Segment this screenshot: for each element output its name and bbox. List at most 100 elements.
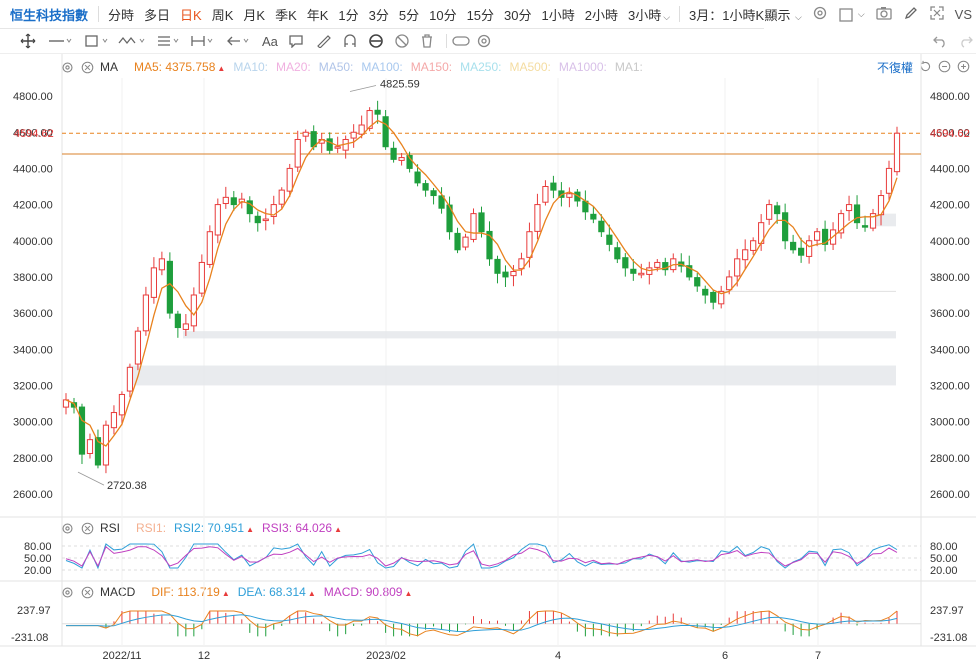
y-tick-label-left: 2800.00 xyxy=(13,453,53,465)
candle-body xyxy=(502,271,509,278)
candle-body xyxy=(686,265,693,278)
indicator-name[interactable]: MACD xyxy=(100,585,135,599)
reset-icon[interactable] xyxy=(919,60,932,76)
close-icon[interactable] xyxy=(80,585,94,599)
display-menu[interactable]: 顯示 ⌵ xyxy=(764,5,801,24)
ruler-tool-icon[interactable] xyxy=(316,32,332,50)
text-tool-icon[interactable]: Aa xyxy=(262,32,278,50)
candle-body xyxy=(574,191,581,202)
settings-icon[interactable] xyxy=(60,521,74,535)
timeframe-tab[interactable]: 5分 xyxy=(394,5,424,24)
fullscreen-icon[interactable] xyxy=(929,5,945,24)
timeframe-tab[interactable]: 10分 xyxy=(424,5,461,24)
dif-line xyxy=(66,610,898,637)
candle-body xyxy=(861,225,869,228)
shape-tool-icon[interactable] xyxy=(84,32,108,50)
y-tick-label-left: 3000.00 xyxy=(13,417,53,429)
candle-body xyxy=(494,258,501,274)
up-arrow-icon: ▲ xyxy=(221,589,230,598)
candle-body xyxy=(270,204,277,217)
candle-body xyxy=(893,132,901,173)
timeframe-tab[interactable]: 1小時 xyxy=(537,5,580,24)
indicator-name[interactable]: RSI xyxy=(100,521,120,535)
redo-icon[interactable] xyxy=(958,32,974,50)
fib-tool-icon[interactable] xyxy=(156,32,180,50)
undo-icon[interactable] xyxy=(932,32,948,50)
candle-body xyxy=(734,258,741,277)
candle-body xyxy=(446,204,453,233)
macd-tick-left: -231.08 xyxy=(11,632,48,644)
timeframe-tab[interactable]: 1分 xyxy=(333,5,363,24)
timeframe-tab[interactable]: 日K xyxy=(175,5,207,24)
rsi-tick-left: 80.00 xyxy=(24,541,52,553)
timeframe-tab[interactable]: 周K xyxy=(207,5,239,24)
adjust-select[interactable]: 不復權 xyxy=(877,59,913,76)
y-tick-label-left: 3200.00 xyxy=(13,380,53,392)
camera-icon[interactable] xyxy=(875,5,893,24)
candle-body xyxy=(110,412,118,429)
price-chart[interactable]: 4800.00 4800.00 4600.00 4600.00 4400.00 4400.… xyxy=(0,0,976,660)
layout-select[interactable]: ⌵ xyxy=(838,7,865,23)
candle-body xyxy=(414,171,421,184)
candle-body xyxy=(278,189,285,205)
timeframe-tab[interactable]: 30分 xyxy=(499,5,536,24)
crosshair-tool-icon[interactable] xyxy=(20,32,36,50)
timeframe-tab[interactable]: 3分 xyxy=(364,5,394,24)
wave-tool-icon[interactable] xyxy=(118,32,146,50)
close-icon[interactable] xyxy=(80,521,94,535)
expand-icon[interactable] xyxy=(957,60,970,76)
timeframe-tab[interactable]: 年K xyxy=(302,5,334,24)
timeframe-tab[interactable]: 2小時 xyxy=(580,5,623,24)
settings-icon[interactable] xyxy=(60,60,74,74)
timeframe-bar: 恒生科技指數 分時 多日 日K 周K 月K 季K 年K 1分 3分 5分 10分 15分 30分 1小時 2… xyxy=(0,0,976,29)
candle-body xyxy=(190,294,197,327)
timeframe-tab[interactable]: 分時 xyxy=(103,5,139,24)
sync-tool-icon[interactable] xyxy=(368,32,384,50)
indicator-value: MA1000: xyxy=(558,60,607,74)
magnet-tool-icon[interactable] xyxy=(342,32,358,50)
x-tick-label: 12 xyxy=(198,650,210,660)
timeframe-tab[interactable]: 月K xyxy=(238,5,270,24)
link-icon[interactable] xyxy=(452,32,470,50)
candle-body xyxy=(550,182,557,191)
high-label: 4825.59 xyxy=(380,78,420,90)
indicator-value: MA1: xyxy=(614,60,643,74)
rsi-tick-right: 20.00 xyxy=(930,565,958,577)
x-tick-label: 7 xyxy=(815,650,821,660)
candle-body xyxy=(398,157,405,161)
hide-drawings-icon[interactable] xyxy=(394,32,410,50)
minimize-icon[interactable] xyxy=(938,60,951,76)
y-tick-label-left: 4200.00 xyxy=(13,200,53,212)
timeframe-tab[interactable]: 季K xyxy=(270,5,302,24)
rsi-tick-right: 80.00 xyxy=(930,541,958,553)
timeframe-tab[interactable]: 多日 xyxy=(139,5,175,24)
instrument-title[interactable]: 恒生科技指數 xyxy=(0,5,94,24)
candle-body xyxy=(198,261,205,294)
compare-button[interactable]: VS xyxy=(955,7,972,22)
indicator-name[interactable]: MA xyxy=(100,60,118,74)
candle-body xyxy=(869,213,877,229)
candle-body xyxy=(614,247,621,260)
close-icon[interactable] xyxy=(80,60,94,74)
settings-icon[interactable] xyxy=(60,585,74,599)
pencil-icon[interactable] xyxy=(903,5,919,24)
timeframe-list: 分時 多日 日K 周K 月K 季K 年K 1分 3分 5分 10分 15分 30分 1小時 2小時 3小時 ⌵ xyxy=(103,5,675,24)
line-tool-icon[interactable] xyxy=(48,32,72,50)
measure-tool-icon[interactable] xyxy=(190,32,214,50)
candle-body xyxy=(702,288,709,296)
macd-tick-right: 237.97 xyxy=(930,605,964,617)
candle-body xyxy=(302,131,309,137)
candle-body xyxy=(606,234,613,245)
arrow-tool-icon[interactable] xyxy=(226,32,250,50)
trash-icon[interactable] xyxy=(420,32,434,50)
candle-body xyxy=(382,116,389,148)
settings-icon[interactable] xyxy=(812,5,828,24)
timeframe-tab[interactable]: 15分 xyxy=(462,5,499,24)
comment-tool-icon[interactable] xyxy=(288,32,304,50)
candle-body xyxy=(518,258,525,270)
candle-body xyxy=(342,138,349,151)
drawing-settings-icon[interactable] xyxy=(476,32,492,50)
up-arrow-icon: ▲ xyxy=(246,525,255,534)
candle-body xyxy=(726,276,733,291)
timeframe-tab[interactable]: 3小時 ⌵ xyxy=(623,5,675,24)
